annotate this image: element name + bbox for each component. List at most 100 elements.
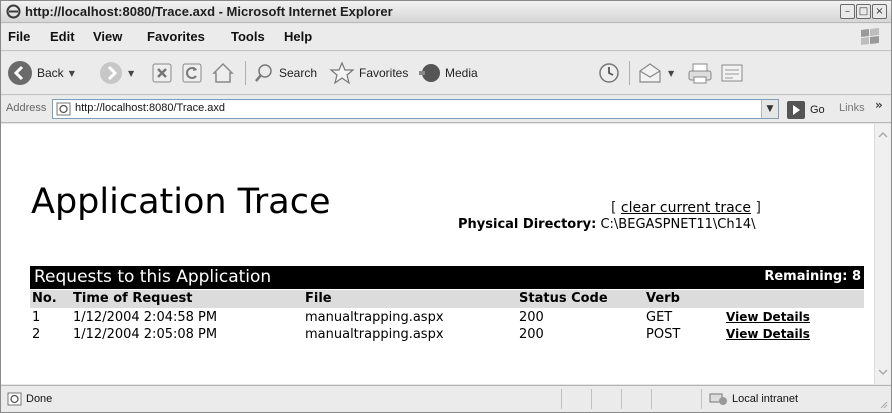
forward-button[interactable]: ▼	[99, 58, 134, 88]
status-text: Done	[26, 393, 53, 405]
forward-arrow-icon	[100, 62, 122, 84]
refresh-icon	[182, 63, 202, 83]
links-chevron-icon[interactable]: »	[875, 98, 883, 112]
vertical-scrollbar[interactable]	[874, 124, 891, 384]
browser-window: http://localhost:8080/Trace.axd - Micros…	[0, 0, 892, 413]
favorites-button[interactable]: Favorites	[329, 58, 408, 88]
requests-title: Requests to this Application	[34, 267, 272, 287]
favorites-label: Favorites	[359, 66, 409, 80]
history-button[interactable]	[597, 58, 621, 88]
print-icon	[688, 63, 712, 84]
history-icon	[599, 63, 619, 83]
links-label[interactable]: Links	[839, 102, 865, 114]
security-zone-text: Local intranet	[732, 393, 799, 405]
mail-dropdown-icon[interactable]: ▼	[668, 69, 674, 78]
physical-directory-value: C:\BEGASPNET11\Ch14\	[600, 217, 756, 232]
address-dropdown-icon[interactable]: ▼	[761, 100, 778, 118]
row-number: 2	[32, 327, 41, 342]
status-bar: Done Local intranet	[1, 385, 891, 412]
column-header-verb: Verb	[646, 291, 680, 306]
maximize-button[interactable]: □	[856, 4, 871, 19]
edit-icon	[721, 64, 743, 82]
mail-icon	[639, 63, 661, 83]
status-divider	[701, 389, 702, 409]
address-bar: Address http://localhost:8080/Trace.axd …	[1, 96, 891, 123]
page-done-icon	[7, 392, 22, 406]
status-divider	[591, 389, 592, 409]
status-divider	[651, 389, 652, 409]
scroll-down-icon[interactable]	[878, 367, 888, 377]
window-controls: – □ ×	[840, 4, 887, 19]
view-details-link[interactable]: View Details	[726, 310, 810, 324]
page-icon	[56, 102, 71, 116]
column-header-no: No.	[32, 291, 57, 306]
page-content: Application Trace [ clear current trace …	[1, 124, 874, 384]
bracket-close: ]	[751, 200, 761, 216]
toolbar: Back ▼ ▼ Search Favorites Media ▼	[1, 52, 891, 95]
menu-help[interactable]: Help	[284, 29, 312, 44]
media-icon	[419, 64, 440, 82]
forward-dropdown-icon[interactable]: ▼	[128, 69, 134, 78]
favorites-star-icon	[329, 61, 355, 85]
menu-file[interactable]: File	[8, 29, 30, 44]
search-label: Search	[279, 66, 318, 80]
row-status-code: 200	[519, 327, 544, 342]
go-arrow-icon	[787, 100, 805, 119]
menu-favorites[interactable]: Favorites	[147, 29, 205, 44]
row-verb: GET	[646, 310, 673, 325]
back-label: Back	[37, 66, 64, 80]
toolbar-separator	[629, 61, 630, 85]
back-button[interactable]: Back ▼	[7, 58, 75, 88]
minimize-icon: –	[845, 6, 850, 17]
address-url: http://localhost:8080/Trace.axd	[75, 102, 226, 114]
physical-directory: Physical Directory: C:\BEGASPNET11\Ch14\	[458, 217, 756, 232]
close-button[interactable]: ×	[872, 4, 887, 19]
row-number: 1	[32, 310, 41, 325]
clear-trace-link[interactable]: clear current trace	[621, 200, 751, 216]
toolbar-separator	[245, 61, 246, 85]
refresh-button[interactable]	[181, 58, 203, 88]
address-label: Address	[6, 102, 47, 114]
row-file: manualtrapping.aspx	[305, 327, 444, 342]
column-header-time: Time of Request	[73, 291, 193, 306]
menu-view[interactable]: View	[93, 29, 122, 44]
table-row: 2 1/12/2004 2:05:08 PM manualtrapping.as…	[30, 326, 864, 343]
row-time: 1/12/2004 2:04:58 PM	[73, 310, 218, 325]
requests-header: Requests to this Application Remaining: …	[30, 266, 864, 289]
status-divider	[621, 389, 622, 409]
home-icon	[212, 62, 234, 83]
search-button[interactable]: Search	[253, 58, 317, 88]
remaining-count: Remaining: 8	[764, 269, 861, 284]
go-button[interactable]: Go	[787, 100, 825, 119]
print-button[interactable]	[687, 58, 713, 88]
status-divider	[561, 389, 562, 409]
mail-button[interactable]: ▼	[637, 58, 674, 88]
table-header-row: No. Time of Request File Status Code Ver…	[30, 290, 864, 308]
window-title: http://localhost:8080/Trace.axd - Micros…	[25, 4, 393, 19]
resize-grip-icon[interactable]	[878, 399, 888, 409]
stop-icon	[152, 63, 172, 83]
scroll-up-icon[interactable]	[878, 130, 888, 140]
windows-logo-icon	[861, 28, 879, 45]
local-intranet-icon	[709, 393, 727, 405]
home-button[interactable]	[211, 58, 235, 88]
close-icon: ×	[875, 6, 884, 17]
stop-button[interactable]	[151, 58, 173, 88]
minimize-button[interactable]: –	[840, 4, 855, 19]
clear-trace-line: [ clear current trace ]	[611, 200, 761, 216]
media-button[interactable]: Media	[417, 58, 478, 88]
column-header-status: Status Code	[519, 291, 608, 306]
edit-button[interactable]	[719, 58, 745, 88]
row-status-code: 200	[519, 310, 544, 325]
view-details-link[interactable]: View Details	[726, 327, 810, 341]
row-time: 1/12/2004 2:05:08 PM	[73, 327, 218, 342]
physical-directory-label: Physical Directory:	[458, 217, 597, 232]
address-input[interactable]: http://localhost:8080/Trace.axd ▼	[52, 99, 779, 119]
row-file: manualtrapping.aspx	[305, 310, 444, 325]
maximize-icon: □	[858, 6, 869, 17]
menu-edit[interactable]: Edit	[50, 29, 75, 44]
back-dropdown-icon[interactable]: ▼	[69, 69, 75, 78]
menu-tools[interactable]: Tools	[231, 29, 265, 44]
back-arrow-icon	[8, 61, 32, 85]
menu-bar: File Edit View Favorites Tools Help	[1, 24, 891, 51]
